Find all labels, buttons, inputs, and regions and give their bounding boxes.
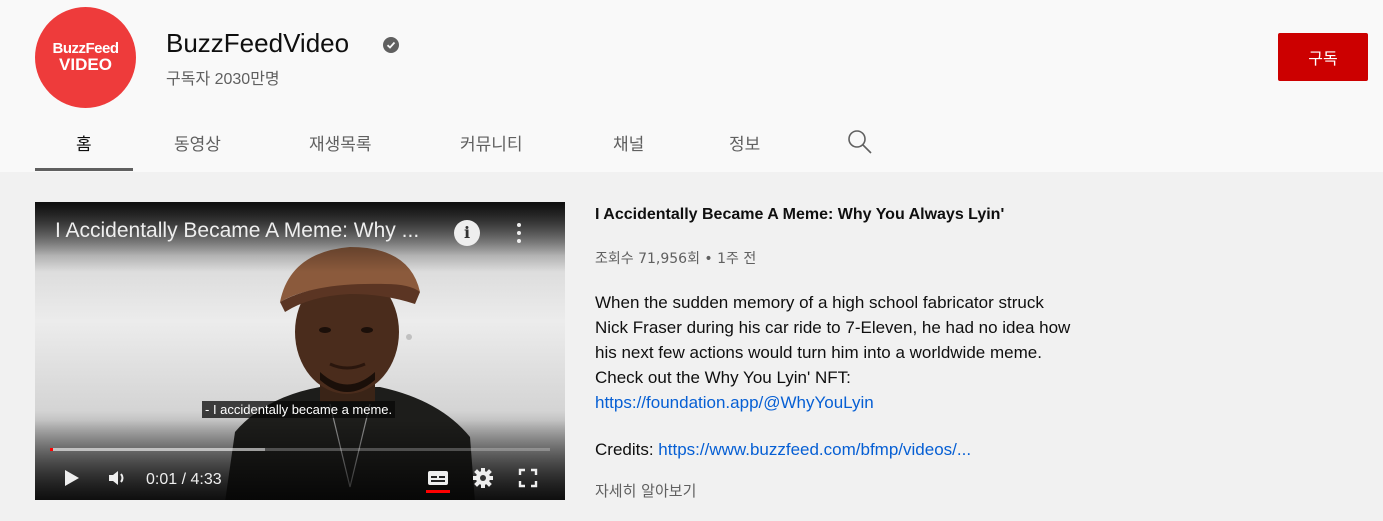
description-line: Check out the Why You Lyin' NFT: (595, 368, 851, 387)
progress-buffered (50, 448, 265, 451)
info-icon[interactable]: i (454, 220, 480, 246)
read-more-button[interactable]: 자세히 알아보기 (595, 480, 696, 501)
tab-about[interactable]: 정보 (729, 130, 760, 155)
time-display: 0:01 / 4:33 (146, 471, 222, 488)
video-player[interactable]: I Accidentally Became A Meme: Why ... i … (35, 202, 565, 500)
more-vert-icon[interactable] (509, 220, 529, 246)
description-line: Nick Fraser during his car ride to 7-Ele… (595, 318, 1071, 337)
progress-played (50, 448, 53, 451)
credits-label: Credits: (595, 440, 659, 459)
play-icon[interactable] (63, 468, 81, 488)
subtitles-icon[interactable] (426, 468, 450, 488)
video-title[interactable]: I Accidentally Became A Meme: Why You Al… (595, 206, 1004, 224)
description-line: When the sudden memory of a high school … (595, 293, 1044, 312)
channel-avatar[interactable]: BuzzFeed VIDEO (35, 7, 136, 108)
volume-icon[interactable] (107, 468, 129, 488)
tab-videos[interactable]: 동영상 (174, 130, 221, 155)
avatar-logo-text-video: VIDEO (59, 55, 112, 74)
player-video-title[interactable]: I Accidentally Became A Meme: Why ... (55, 219, 450, 243)
tab-home[interactable]: 홈 (76, 130, 92, 155)
credits-row: Credits: https://www.buzzfeed.com/bfmp/v… (595, 440, 971, 460)
settings-gear-icon[interactable] (472, 467, 494, 489)
subscriber-count: 구독자 2030만명 (166, 71, 280, 88)
subscribe-button[interactable]: 구독 (1278, 33, 1368, 81)
video-description: When the sudden memory of a high school … (595, 290, 1115, 415)
progress-bar[interactable] (50, 448, 550, 451)
nft-link[interactable]: https://foundation.app/@WhyYouLyin (595, 390, 1115, 415)
subtitle-caption: - I accidentally became a meme. (202, 401, 396, 418)
tab-playlists[interactable]: 재생목록 (309, 130, 372, 155)
credits-link[interactable]: https://www.buzzfeed.com/bfmp/videos/... (658, 440, 971, 459)
active-tab-indicator (35, 168, 133, 171)
channel-name[interactable]: BuzzFeedVideo (166, 28, 349, 59)
subtitles-active-indicator (426, 490, 450, 493)
search-icon[interactable] (847, 129, 873, 160)
verified-icon (383, 37, 399, 53)
fullscreen-icon[interactable] (518, 468, 538, 488)
tab-community[interactable]: 커뮤니티 (460, 130, 523, 155)
view-count-date: 조회수 71,956회 • 1주 전 (595, 251, 757, 267)
description-line: his next few actions would turn him into… (595, 343, 1042, 362)
tab-channels[interactable]: 채널 (613, 130, 644, 155)
